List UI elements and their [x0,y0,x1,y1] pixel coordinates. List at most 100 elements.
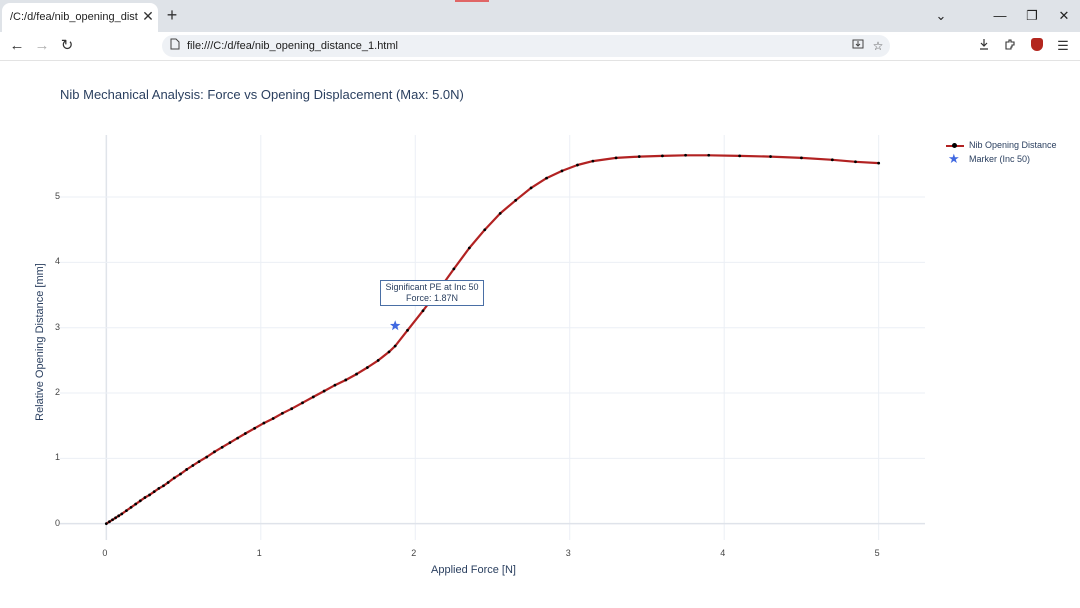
close-window-icon[interactable]: ✕ [1056,8,1072,24]
reload-button[interactable]: ↻ [58,37,76,55]
data-point [197,460,201,464]
tab-title: /C:/d/fea/nib_opening_distance_1.h [10,11,138,23]
annotation-box: Significant PE at Inc 50 Force: 1.87N [380,280,484,306]
legend-label: Marker (Inc 50) [969,154,1031,164]
x-tick-label: 1 [256,548,262,558]
new-tab-button[interactable]: + [164,6,180,24]
data-point [117,514,121,518]
y-tick-label: 5 [55,191,61,202]
legend: Nib Opening Distance ★ Marker (Inc 50) [946,139,1076,167]
marker-star [390,320,401,331]
forward-button[interactable]: → [33,37,51,55]
active-tab[interactable]: /C:/d/fea/nib_opening_distance_1.h ✕ [2,3,158,32]
x-tick-label: 5 [874,548,880,558]
data-point [114,516,118,520]
extensions-icon[interactable] [1001,37,1019,55]
series-line [105,154,879,525]
data-point [514,198,518,202]
downloads-icon[interactable] [975,37,993,55]
data-point [684,153,687,157]
y-tick-label: 4 [55,256,61,267]
x-tick-label: 0 [102,548,108,558]
y-tick-label: 3 [55,321,61,332]
back-button[interactable]: ← [8,37,26,55]
y-axis-title: Relative Opening Distance [mm] [34,263,46,421]
data-point [172,476,176,480]
star-icon: ★ [948,151,960,166]
data-point [800,156,803,160]
data-point [393,344,397,348]
data-point [129,505,133,509]
data-point [467,246,471,250]
data-point [483,228,487,232]
data-point [376,358,380,362]
x-tick-label: 3 [565,548,571,558]
ublock-shield-icon[interactable] [1031,38,1043,51]
close-tab-icon[interactable]: ✕ [141,9,155,23]
data-point [738,154,742,158]
data-point [143,496,147,499]
bookmark-star-icon[interactable]: ☆ [870,38,886,54]
data-point [152,490,156,494]
data-point [157,486,161,490]
tab-strip: /C:/d/fea/nib_opening_distance_1.h ✕ + ⌄… [0,0,1080,32]
data-point [111,518,114,522]
y-tick-label: 2 [55,387,61,398]
data-point [134,502,138,506]
data-point [253,426,257,430]
series-line-group [105,154,879,525]
data-point [406,328,409,332]
x-tick-label: 4 [720,548,726,558]
minimize-icon[interactable]: — [992,8,1008,24]
data-point [185,468,189,471]
data-point [421,309,425,313]
data-point [108,520,111,524]
data-point [236,436,240,440]
data-point [830,158,834,162]
legend-item-marker[interactable]: ★ Marker (Inc 50) [946,151,1076,167]
recording-indicator [455,0,489,2]
address-bar[interactable]: file:///C:/d/fea/nib_opening_distance_1.… [162,35,890,57]
data-point [179,472,182,476]
data-point [452,267,456,271]
data-point [262,421,266,425]
data-point [365,366,369,369]
data-point [344,378,348,382]
annotation-line: Force: 1.87N [405,293,459,303]
restore-icon[interactable]: ❐ [1024,8,1040,24]
url-text[interactable]: file:///C:/d/fea/nib_opening_distance_1.… [187,40,398,52]
grid-lines [60,135,925,540]
data-point [498,211,502,215]
data-point [243,432,247,435]
data-point [138,499,142,503]
x-axis-title: Applied Force [N] [431,564,516,576]
tab-search-chevron-down-icon[interactable]: ⌄ [933,8,949,24]
legend-item-line[interactable]: Nib Opening Distance [946,139,1076,153]
data-point [614,156,618,160]
y-tick-label: 1 [55,452,61,463]
data-point [191,464,195,467]
menu-icon[interactable]: ☰ [1054,37,1072,55]
data-point [529,186,533,190]
data-point [301,401,304,405]
data-point [545,176,548,180]
y-tick-label: 0 [55,517,61,528]
data-point [213,450,216,454]
data-point [333,383,337,387]
data-point [591,159,595,163]
data-point [281,411,284,415]
data-point [220,445,224,449]
x-tick-label: 2 [411,548,417,558]
data-point [637,155,641,158]
page-info-icon[interactable] [167,38,183,54]
data-point [166,481,170,484]
install-app-icon[interactable] [850,38,866,54]
data-point [104,522,108,526]
data-point [576,163,579,167]
legend-label: Nib Opening Distance [969,140,1057,150]
data-point [661,154,664,158]
data-point [148,493,151,497]
annotation-line: Significant PE at Inc 50 [385,282,479,292]
data-point [205,455,209,459]
data-point [311,395,315,399]
